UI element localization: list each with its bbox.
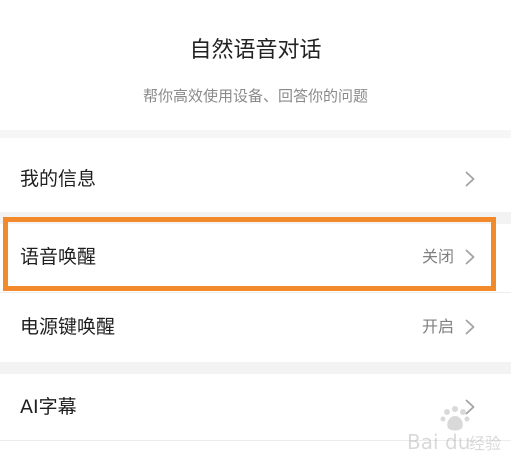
settings-item-label: 电源键唤醒 (20, 316, 116, 338)
section-divider (0, 130, 511, 138)
page-title: 自然语音对话 (189, 38, 322, 63)
row-separator (0, 440, 511, 441)
settings-item-value: 关闭 (421, 247, 454, 266)
chevron-right-icon (465, 399, 475, 415)
settings-item-ai-subtitles[interactable]: AI字幕 (0, 374, 511, 440)
settings-item-label: AI字幕 (20, 396, 77, 418)
chevron-right-icon (465, 249, 475, 265)
settings-item-value: 开启 (421, 317, 454, 336)
settings-item-power-key-wakeup[interactable]: 电源键唤醒 开启 (0, 294, 511, 360)
page-header: 自然语音对话 帮你高效使用设备、回答你的问题 (0, 0, 511, 130)
settings-item-my-info[interactable]: 我的信息 (0, 146, 511, 212)
settings-item-label: 我的信息 (20, 168, 97, 190)
page-subtitle: 帮你高效使用设备、回答你的问题 (142, 87, 368, 105)
settings-item-label: 语音唤醒 (20, 246, 97, 268)
section-divider (0, 362, 511, 374)
section-divider (0, 212, 511, 224)
chevron-right-icon (465, 171, 475, 187)
settings-item-voice-wakeup[interactable]: 语音唤醒 关闭 (0, 224, 511, 290)
row-separator (0, 292, 511, 293)
chevron-right-icon (465, 319, 475, 335)
